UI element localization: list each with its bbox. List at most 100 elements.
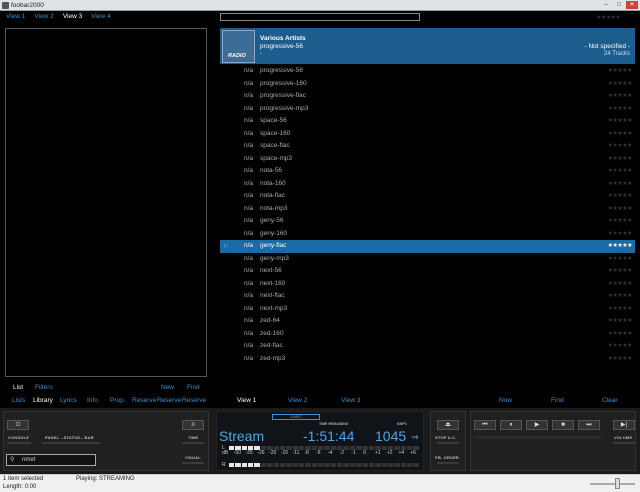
pb-order-toggle[interactable] xyxy=(437,462,459,464)
track-row[interactable]: n/a zed-64 ★★★★★ xyxy=(220,315,635,328)
track-row[interactable]: n/a progressive-160 ★★★★★ xyxy=(220,78,635,91)
tab-new[interactable]: New xyxy=(161,384,174,391)
track-rating[interactable]: ★★★★★ xyxy=(608,178,633,191)
track-rating[interactable]: ★★★★★ xyxy=(608,115,633,128)
tab-reserve-3[interactable]: Reserve xyxy=(182,397,206,404)
volume-slider-track[interactable] xyxy=(590,483,635,485)
next-random-button[interactable]: ▶| xyxy=(613,420,635,430)
track-row[interactable]: n/a next-56 ★★★★★ xyxy=(220,265,635,278)
track-row[interactable]: n/a geny-56 ★★★★★ xyxy=(220,215,635,228)
tab-library[interactable]: Library xyxy=(33,397,53,404)
track-row[interactable]: n/a nota-flac ★★★★★ xyxy=(220,190,635,203)
track-rating[interactable]: ★★★★★ xyxy=(608,140,633,153)
time-toggle[interactable] xyxy=(182,442,204,444)
tab-find[interactable]: Find xyxy=(187,384,200,391)
track-rating[interactable]: ★★★★★ xyxy=(608,228,633,241)
play-button[interactable]: ▶ xyxy=(526,420,548,430)
track-row[interactable]: n/a next-mp3 ★★★★★ xyxy=(220,303,635,316)
time-remaining[interactable]: -1:51:44 xyxy=(303,428,354,444)
track-row[interactable]: n/a space-56 ★★★★★ xyxy=(220,115,635,128)
previous-button[interactable]: ⏮ xyxy=(474,420,496,430)
volume-toggle[interactable] xyxy=(613,442,635,444)
track-rating[interactable]: ★★★★★ xyxy=(608,103,633,116)
track-rating[interactable]: ★★★★★ xyxy=(608,65,633,78)
now-playing-rating[interactable]: ★★★★★ xyxy=(596,14,621,21)
track-row[interactable]: n/a geny-mp3 ★★★★★ xyxy=(220,253,635,266)
track-rating[interactable]: ★★★★★ xyxy=(608,78,633,91)
track-rating[interactable]: ★★★★★ xyxy=(608,153,633,166)
track-rating[interactable]: ★★★★★ xyxy=(608,315,633,328)
tab-view-4[interactable]: View 4 xyxy=(91,13,110,20)
track-row[interactable]: n/a progressive-mp3 ★★★★★ xyxy=(220,103,635,116)
stop-button[interactable]: ■ xyxy=(552,420,574,430)
tab-view-2[interactable]: View 2 xyxy=(34,13,53,20)
track-row[interactable]: n/a zed-mp3 ★★★★★ xyxy=(220,353,635,366)
stop-after-current-toggle[interactable] xyxy=(437,442,459,444)
next-button[interactable]: ⏭ xyxy=(578,420,600,430)
track-rating[interactable]: ★★★★★ xyxy=(608,190,633,203)
tab-list[interactable]: List xyxy=(13,384,23,391)
track-row[interactable]: ▷ n/a geny-flac ★★★★★ xyxy=(220,240,635,253)
track-row[interactable]: n/a geny-160 ★★★★★ xyxy=(220,228,635,241)
console-toggle[interactable] xyxy=(7,442,31,444)
track-rating[interactable]: ★★★★★ xyxy=(608,328,633,341)
track-row[interactable]: n/a nota-56 ★★★★★ xyxy=(220,165,635,178)
tab-view-1[interactable]: View 1 xyxy=(6,13,25,20)
maximize-button[interactable]: □ xyxy=(613,1,625,9)
seek-bar[interactable] xyxy=(220,13,420,21)
pause-button[interactable]: ⏸ xyxy=(500,420,522,430)
playlist-group-header[interactable]: RADIO Various Artists progressive-56 - -… xyxy=(220,28,635,64)
library-search-box[interactable]: ⚲ nmet xyxy=(6,454,96,466)
find-button[interactable]: Find xyxy=(551,397,564,404)
now-button[interactable]: Now xyxy=(499,397,512,404)
tab-playlist-view-3[interactable]: View 3 xyxy=(341,397,360,404)
track-row[interactable]: n/a next-160 ★★★★★ xyxy=(220,278,635,291)
track-rating[interactable]: ★★★★★ xyxy=(608,340,633,353)
track-rating[interactable]: ★★★★★ xyxy=(608,353,633,366)
track-row[interactable]: n/a zed-flac ★★★★★ xyxy=(220,340,635,353)
track-row[interactable]: n/a next-flac ★★★★★ xyxy=(220,290,635,303)
track-row[interactable]: n/a progressive-56 ★★★★★ xyxy=(220,65,635,78)
close-button[interactable]: ✕ xyxy=(626,1,638,9)
eject-button[interactable]: ⏏ xyxy=(437,420,459,430)
search-input[interactable]: nmet xyxy=(22,457,35,463)
tab-lyrics[interactable]: Lyrics xyxy=(60,397,77,404)
playlist-view[interactable]: RADIO Various Artists progressive-56 - -… xyxy=(220,28,635,368)
tab-prop[interactable]: Prop. xyxy=(110,397,126,404)
tab-lists[interactable]: Lists xyxy=(12,397,25,404)
menu-button[interactable]: ≡ xyxy=(182,420,204,430)
track-row[interactable]: n/a progressive-flac ★★★★★ xyxy=(220,90,635,103)
track-rating[interactable]: ★★★★★ xyxy=(608,203,633,216)
track-row[interactable]: n/a nota-mp3 ★★★★★ xyxy=(220,203,635,216)
track-rating[interactable]: ★★★★★ xyxy=(608,253,633,266)
track-row[interactable]: n/a space-160 ★★★★★ xyxy=(220,128,635,141)
power-button[interactable]: ⏻ xyxy=(7,420,29,430)
track-rating[interactable]: ★★★★★ xyxy=(608,240,633,253)
track-row[interactable]: n/a space-flac ★★★★★ xyxy=(220,140,635,153)
track-row[interactable]: n/a nota-160 ★★★★★ xyxy=(220,178,635,191)
track-row[interactable]: n/a zed-160 ★★★★★ xyxy=(220,328,635,341)
panel-status-bar-toggle[interactable] xyxy=(42,442,100,444)
track-rating[interactable]: ★★★★★ xyxy=(608,303,633,316)
tab-playlist-view-2[interactable]: View 2 xyxy=(288,397,307,404)
tab-reserve-1[interactable]: Reserve xyxy=(132,397,156,404)
minimize-button[interactable]: – xyxy=(600,1,612,9)
track-rating[interactable]: ★★★★★ xyxy=(608,265,633,278)
library-panel[interactable] xyxy=(5,28,207,377)
transport-seek-track[interactable] xyxy=(474,436,602,439)
visual-toggle[interactable] xyxy=(182,462,204,464)
tab-reserve-2[interactable]: Reserve xyxy=(157,397,181,404)
track-row[interactable]: n/a space-mp3 ★★★★★ xyxy=(220,153,635,166)
track-rating[interactable]: ★★★★★ xyxy=(608,90,633,103)
volume-slider-thumb[interactable] xyxy=(615,478,620,489)
track-rating[interactable]: ★★★★★ xyxy=(608,165,633,178)
clear-button[interactable]: Clear xyxy=(602,397,618,404)
tab-view-3[interactable]: View 3 xyxy=(63,13,82,20)
track-rating[interactable]: ★★★★★ xyxy=(608,290,633,303)
tab-playlist-view-1[interactable]: View 1 xyxy=(237,397,256,404)
tab-info[interactable]: Info xyxy=(87,397,98,404)
tab-filters[interactable]: Filters xyxy=(35,384,53,391)
track-rating[interactable]: ★★★★★ xyxy=(608,215,633,228)
track-rating[interactable]: ★★★★★ xyxy=(608,128,633,141)
track-rating[interactable]: ★★★★★ xyxy=(608,278,633,291)
